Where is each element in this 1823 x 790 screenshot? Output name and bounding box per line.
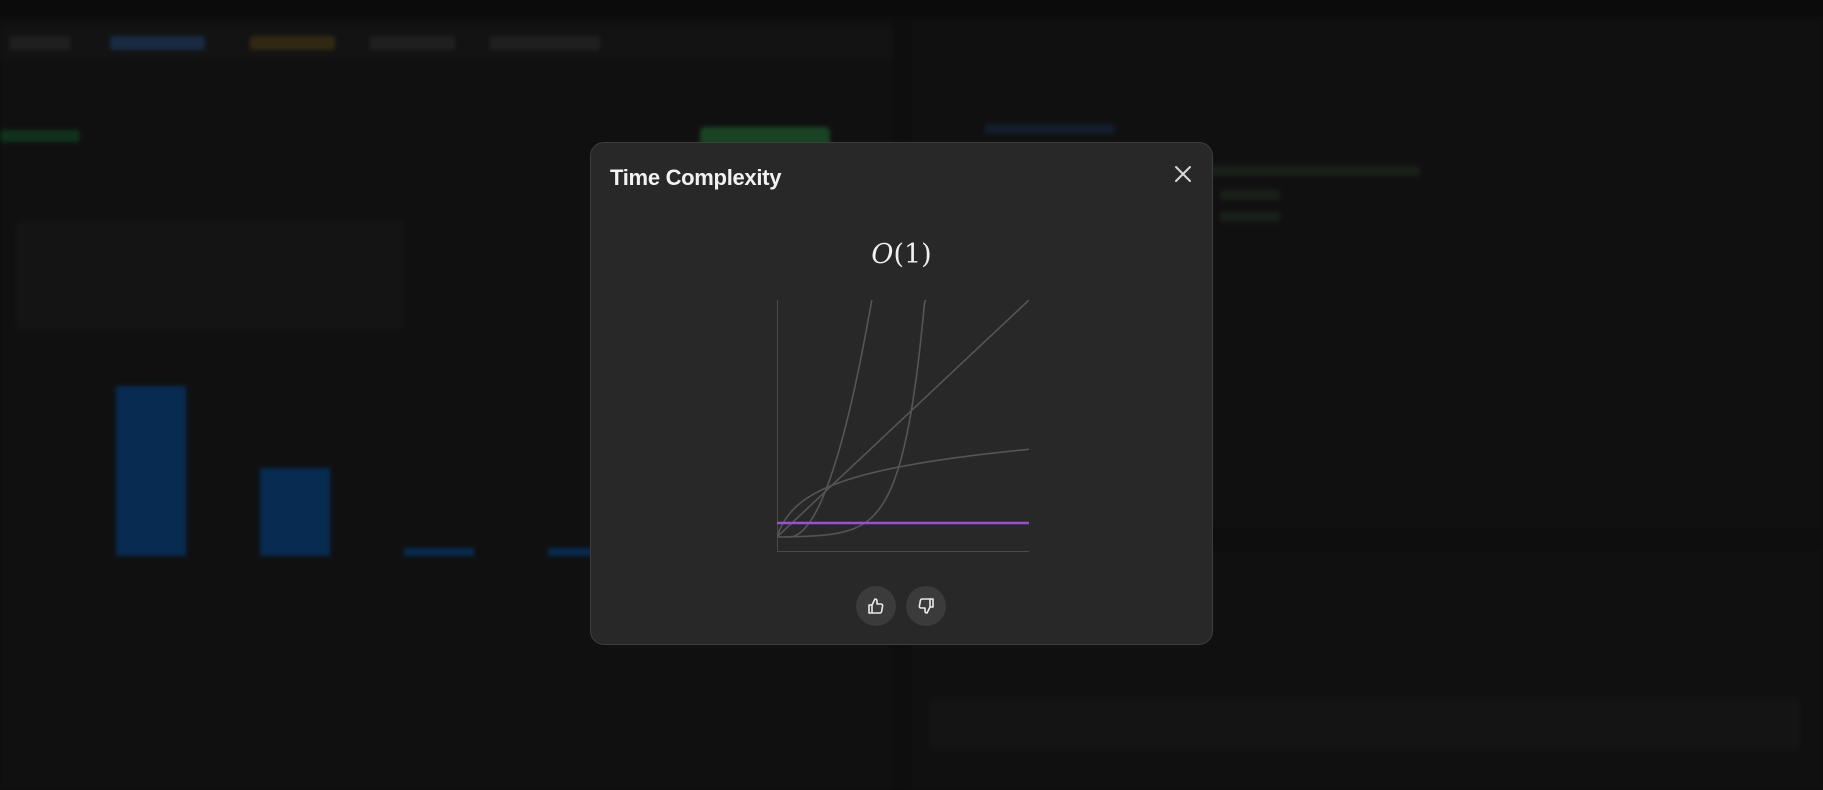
modal-title: Time Complexity bbox=[610, 165, 782, 190]
complexity-chart bbox=[777, 300, 1029, 552]
thumbs-up-icon bbox=[868, 598, 884, 614]
thumbs-down-icon bbox=[918, 598, 934, 614]
time-complexity-modal: Time Complexity O(1) bbox=[590, 142, 1213, 645]
close-icon bbox=[1175, 166, 1191, 182]
complexity-notation: O bbox=[871, 239, 894, 270]
feedback-buttons bbox=[856, 586, 946, 626]
complexity-value: O(1) bbox=[591, 239, 1212, 270]
linear-curve bbox=[777, 300, 1029, 538]
like-button[interactable] bbox=[856, 586, 896, 626]
complexity-argument: (1) bbox=[893, 239, 932, 270]
dislike-button[interactable] bbox=[906, 586, 946, 626]
close-button[interactable] bbox=[1170, 161, 1196, 187]
